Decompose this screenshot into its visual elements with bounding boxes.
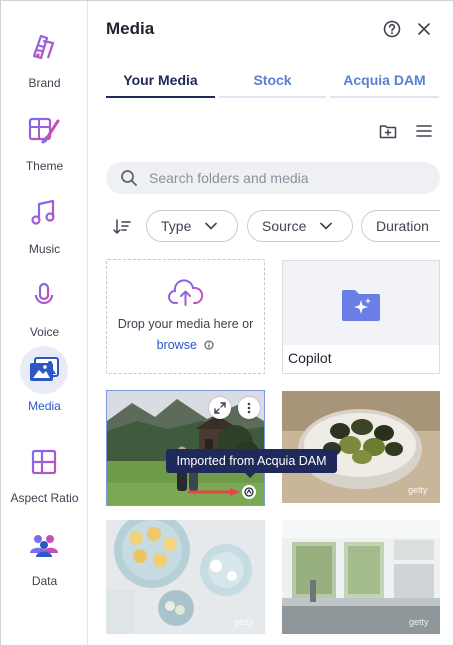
sidebar-item-label: Brand	[28, 76, 61, 90]
cloud-upload-icon	[168, 279, 204, 306]
filter-type[interactable]: Type	[146, 210, 238, 242]
media-thumbnail[interactable]: getty	[282, 391, 440, 503]
more-vertical-icon	[247, 402, 251, 414]
drop-zone-text: Drop your media here or	[117, 317, 254, 331]
folder-tile[interactable]: Copilot	[282, 260, 440, 374]
help-button[interactable]	[381, 18, 403, 40]
filter-duration[interactable]: Duration	[361, 210, 440, 242]
aspect-ratio-icon	[20, 438, 68, 486]
arrow-pointer-icon	[188, 488, 240, 496]
tab-your-media[interactable]: Your Media	[106, 68, 215, 98]
watermark-text: getty	[234, 617, 254, 627]
chevron-down-icon	[320, 222, 333, 230]
upload-drop-zone[interactable]: Drop your media here or browse	[106, 259, 265, 374]
media-icon	[20, 346, 68, 394]
sidebar: Brand Theme Music Voice Media Aspect Rat…	[1, 1, 88, 645]
media-tabs: Your Media Stock Acquia DAM	[106, 68, 439, 98]
sidebar-item-label: Aspect Ratio	[10, 491, 79, 505]
tab-acquia-dam[interactable]: Acquia DAM	[330, 68, 439, 98]
expand-icon	[214, 402, 226, 414]
panel-title: Media	[106, 19, 155, 38]
sidebar-item-label: Data	[31, 574, 58, 588]
hamburger-menu-icon	[416, 125, 432, 137]
watermark-text: getty	[409, 617, 429, 627]
search-bar[interactable]	[106, 162, 440, 194]
browse-link[interactable]: browse	[157, 338, 197, 352]
sidebar-item-label: Voice	[29, 325, 60, 339]
media-thumbnail[interactable]	[106, 390, 265, 506]
menu-button[interactable]	[413, 120, 435, 142]
sidebar-item-aspect-ratio[interactable]: Aspect Ratio	[1, 438, 88, 518]
search-input[interactable]	[149, 162, 429, 194]
search-icon	[121, 170, 137, 186]
folder-sparkle-icon	[342, 290, 380, 321]
sort-icon	[113, 219, 131, 234]
help-icon	[383, 20, 401, 38]
more-options-button[interactable]	[238, 397, 260, 419]
acquia-icon	[244, 487, 254, 497]
people-icon	[20, 521, 68, 569]
folder-name: Copilot	[283, 345, 439, 373]
filter-chips: Type Source Duration	[146, 210, 440, 243]
music-note-icon	[20, 189, 68, 237]
tooltip: Imported from Acquia DAM	[166, 449, 337, 478]
sidebar-item-theme[interactable]: Theme	[1, 106, 88, 186]
acquia-source-badge[interactable]	[242, 485, 256, 499]
media-thumbnail[interactable]: getty	[282, 520, 440, 634]
microphone-icon	[20, 272, 68, 320]
new-folder-button[interactable]	[377, 120, 399, 142]
sidebar-item-label: Theme	[25, 159, 64, 173]
sidebar-item-label: Music	[28, 242, 61, 256]
sidebar-item-music[interactable]: Music	[1, 189, 88, 269]
filter-source[interactable]: Source	[247, 210, 353, 242]
folder-plus-icon	[379, 125, 397, 139]
close-icon	[418, 23, 430, 35]
sidebar-item-data[interactable]: Data	[1, 521, 88, 601]
watermark-text: getty	[408, 485, 428, 495]
info-icon[interactable]	[204, 339, 214, 353]
media-panel: Media Your Media Stock Acquia DAM Search…	[89, 1, 453, 645]
sidebar-item-media[interactable]: Media	[1, 346, 88, 426]
palette-icon	[20, 23, 68, 71]
drop-zone-browse-row: browse	[107, 338, 264, 353]
expand-button[interactable]	[209, 397, 231, 419]
close-button[interactable]	[413, 18, 435, 40]
sort-button[interactable]	[112, 217, 132, 237]
sidebar-item-brand[interactable]: Brand	[1, 23, 88, 103]
sidebar-item-label: Media	[28, 399, 61, 413]
tab-stock[interactable]: Stock	[219, 68, 326, 98]
chevron-down-icon	[205, 222, 218, 230]
sidebar-item-voice[interactable]: Voice	[1, 272, 88, 352]
media-thumbnail[interactable]: getty	[106, 520, 265, 634]
theme-icon	[20, 106, 68, 154]
